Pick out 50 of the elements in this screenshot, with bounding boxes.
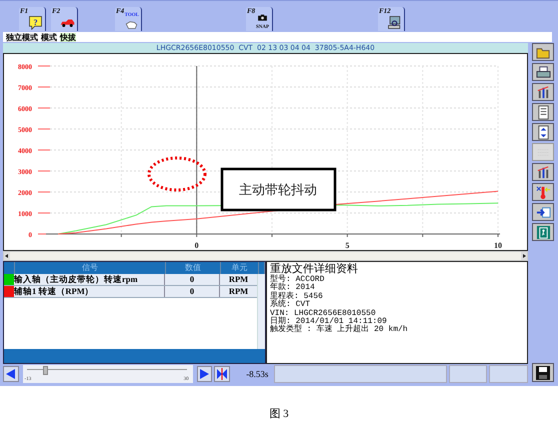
detail-line: 型号: ACCORD <box>270 276 326 284</box>
toolbar-button[interactable] <box>532 63 554 81</box>
bar-graph-icon <box>536 84 550 100</box>
bar-graph-icon <box>536 164 550 180</box>
x-tick-label: 5 <box>345 241 350 250</box>
detail-line: VIN: LHGCR2656E8010550 <box>270 310 376 318</box>
help-icon: ? <box>28 15 43 30</box>
highlight-ellipse <box>148 156 206 192</box>
computer-icon <box>387 15 402 30</box>
detail-line: 触发类型 : 车速 上升超出 20 km/h <box>270 326 409 335</box>
previous-button[interactable] <box>3 366 19 382</box>
figure-caption: 图 3 <box>268 407 290 421</box>
thermometer-icon <box>536 184 550 200</box>
save-button[interactable] <box>532 363 554 382</box>
status-field <box>489 365 528 383</box>
x-tick-label: 0 <box>194 241 199 250</box>
table-cell-text: RPM <box>228 286 250 297</box>
toolbar-button[interactable] <box>532 203 554 221</box>
mode-label[interactable]: 独立模式 <box>6 32 38 42</box>
export-icon <box>536 204 550 220</box>
detail-line: 系统: CVT <box>270 301 312 310</box>
scroll-right-icon[interactable] <box>521 252 527 260</box>
status-field <box>448 365 488 383</box>
toolbar-button[interactable] <box>532 223 554 241</box>
table-cell-text: RPM <box>228 274 250 285</box>
toolbar-button[interactable] <box>532 123 554 141</box>
printer-icon <box>536 64 550 80</box>
detail-line: 里程表: 5456 <box>270 292 324 301</box>
vertical-scrollbar[interactable] <box>257 274 265 349</box>
toolbar-button[interactable] <box>532 103 554 121</box>
mode-label[interactable]: 快拔 <box>60 32 76 42</box>
detail-line: 年款: 2014 <box>270 284 316 292</box>
vertical-expand-icon <box>536 124 550 140</box>
jump-to-cursor-button[interactable] <box>214 366 230 382</box>
callout-text: 主动带轮抖动 <box>239 182 317 197</box>
mode-label[interactable]: 模式 <box>41 32 57 42</box>
table-cell: 0 <box>165 274 220 285</box>
cursor-line[interactable] <box>196 66 198 234</box>
time-reading: -8.53s <box>245 369 268 379</box>
details-title: 重放文件详细资料 <box>270 263 359 275</box>
table-cell: 辅轴1 转速（RPM） <box>14 286 165 297</box>
table-cell: 输入轴（主动皮带轮）转速rpm <box>14 274 165 285</box>
horizontal-scrollbar[interactable] <box>3 251 528 261</box>
scroll-left-icon[interactable] <box>4 252 10 260</box>
table-cell: 0 <box>165 286 220 297</box>
document-icon <box>536 104 550 120</box>
slider-thumb[interactable] <box>42 366 48 375</box>
next-button[interactable] <box>196 366 212 382</box>
x-tick-label: 10 <box>494 241 502 250</box>
exit-door-icon <box>536 224 550 240</box>
